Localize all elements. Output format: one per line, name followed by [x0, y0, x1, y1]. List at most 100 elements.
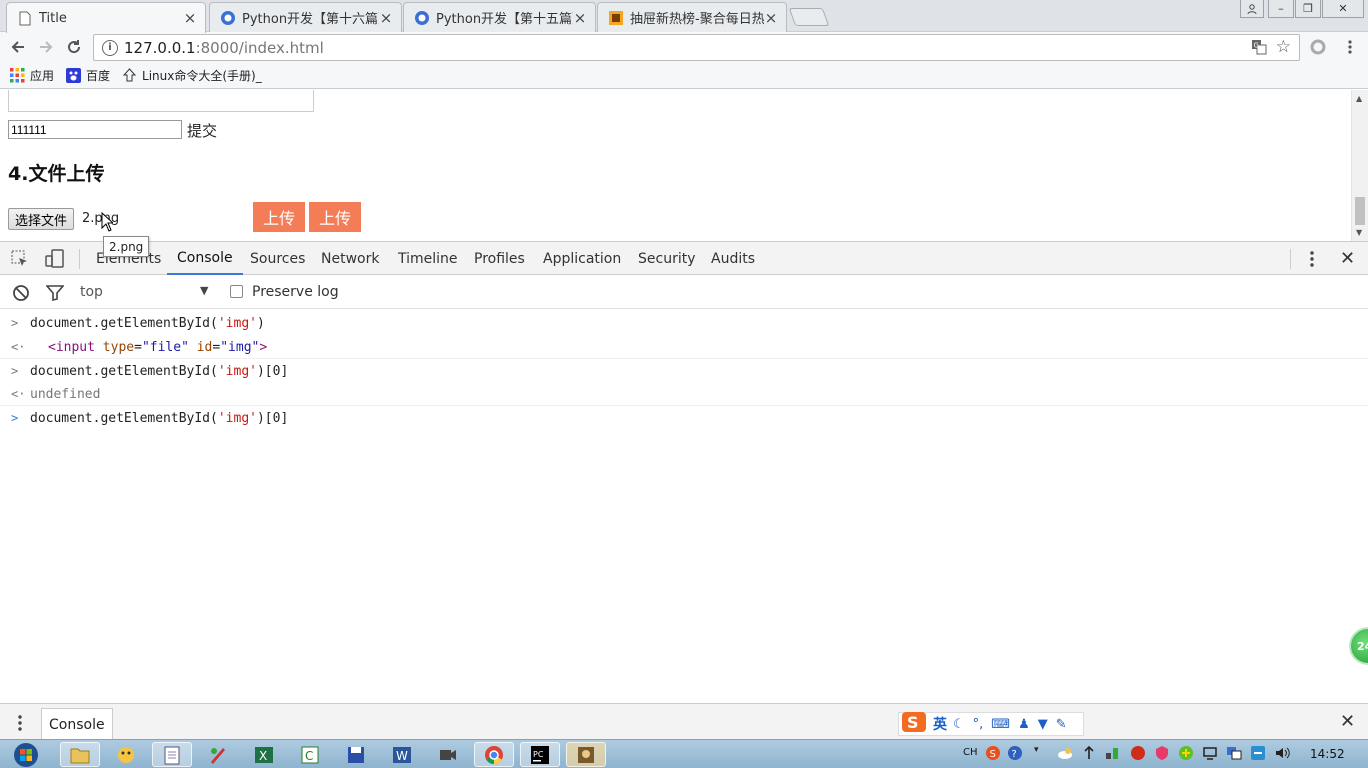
console-prompt-line[interactable]: > document.getElementById('img')[0] — [0, 411, 1368, 431]
text-input[interactable] — [8, 120, 182, 139]
chrome-taskbar-icon[interactable] — [474, 742, 514, 767]
page-scrollbar[interactable]: ▲ ▼ — [1351, 90, 1368, 241]
language-indicator[interactable]: CH — [963, 747, 978, 758]
clear-console-icon[interactable] — [12, 284, 30, 306]
scrollbar-thumb[interactable] — [1355, 197, 1365, 225]
display-tray-icon[interactable] — [1202, 745, 1218, 765]
tab-profiles[interactable]: Profiles — [474, 242, 525, 275]
tab-audits[interactable]: Audits — [711, 242, 755, 275]
devtools-menu-icon[interactable] — [1309, 250, 1315, 272]
forward-arrow-icon[interactable] — [35, 36, 57, 58]
back-arrow-icon[interactable] — [7, 36, 29, 58]
context-selector[interactable]: top — [80, 284, 103, 300]
network-tray-icon[interactable] — [1104, 745, 1120, 765]
tab-security[interactable]: Security — [638, 242, 696, 275]
punctuation-icon[interactable]: °, — [973, 717, 984, 732]
shield-tray-icon[interactable] — [1154, 745, 1170, 765]
tab-title[interactable]: Title × — [6, 2, 206, 33]
extension-icon[interactable] — [1307, 36, 1329, 58]
svg-text:W: W — [396, 749, 408, 763]
tab-timeline[interactable]: Timeline — [398, 242, 458, 275]
save-taskbar-icon[interactable] — [336, 742, 376, 767]
close-icon[interactable]: × — [183, 9, 197, 27]
submit-link[interactable]: 提交 — [187, 120, 217, 141]
moon-icon[interactable]: ☾ — [953, 717, 965, 732]
excel-taskbar-icon[interactable]: X — [244, 742, 284, 767]
tab-console[interactable]: Console — [167, 242, 243, 275]
help-tray-icon[interactable]: ? — [1007, 745, 1023, 765]
tab-application[interactable]: Application — [543, 242, 621, 275]
scroll-down-icon[interactable]: ▼ — [1356, 228, 1362, 237]
monitor-tray-icon[interactable] — [1226, 745, 1242, 765]
preserve-log-checkbox[interactable] — [230, 285, 243, 298]
translate-icon[interactable]: G — [1251, 39, 1267, 59]
skin-icon[interactable]: ▼ — [1038, 717, 1048, 732]
console-prompt-input[interactable]: document.getElementById('img')[0] — [30, 411, 288, 426]
user-icon[interactable]: ♟ — [1018, 717, 1030, 732]
info-icon[interactable]: i — [102, 39, 118, 56]
notepad-taskbar-icon[interactable] — [152, 742, 192, 767]
menu-icon[interactable] — [1339, 36, 1361, 58]
video-taskbar-icon[interactable] — [428, 742, 468, 767]
tab-label: 抽屉新热榜-聚合每日热 — [630, 12, 764, 27]
filter-icon[interactable] — [45, 285, 65, 305]
close-icon[interactable]: × — [379, 9, 393, 27]
bookmark-linux[interactable]: Linux命令大全(手册)_ — [122, 67, 262, 84]
explorer-taskbar-icon[interactable] — [60, 742, 100, 767]
paint-taskbar-icon[interactable] — [198, 742, 238, 767]
recorder-taskbar-icon[interactable] — [566, 742, 606, 767]
tab-sources[interactable]: Sources — [250, 242, 305, 275]
upload-button[interactable]: 上传 — [253, 202, 305, 232]
scroll-up-icon[interactable]: ▲ — [1356, 94, 1362, 103]
console-element-output[interactable]: <input type="file" id="img"> — [48, 340, 267, 355]
app-taskbar-icon[interactable] — [106, 742, 146, 767]
address-bar[interactable]: i 127.0.0.1:8000/index.html G ☆ — [93, 34, 1300, 61]
close-icon[interactable]: × — [573, 9, 587, 27]
wrench-icon[interactable]: ✎ — [1056, 717, 1067, 732]
upload-button[interactable]: 上传 — [309, 202, 361, 232]
pycharm-taskbar-icon[interactable]: PC — [520, 742, 560, 767]
word-taskbar-icon[interactable]: W — [382, 742, 422, 767]
inspect-element-icon[interactable] — [11, 250, 29, 272]
bookmark-baidu[interactable]: 百度 — [66, 67, 110, 84]
drawer-menu-icon[interactable] — [17, 714, 23, 736]
reload-icon[interactable] — [63, 36, 85, 58]
page-textarea[interactable] — [8, 90, 314, 112]
star-icon[interactable]: ☆ — [1276, 37, 1291, 57]
console-code[interactable]: document.getElementById('img') — [30, 316, 265, 331]
bookmark-apps[interactable]: 应用 — [10, 67, 54, 84]
device-toolbar-icon[interactable] — [45, 249, 65, 273]
tab-python-16[interactable]: Python开发【第十六篇】 × — [209, 2, 402, 32]
drawer-close-icon[interactable]: ✕ — [1340, 711, 1355, 732]
tab-chouti[interactable]: 抽屉新热榜-聚合每日热 × — [597, 2, 787, 32]
new-tab-button[interactable] — [788, 8, 830, 26]
upload-tray-icon[interactable] — [1083, 745, 1095, 765]
profile-icon[interactable] — [1240, 0, 1264, 18]
mouse-cursor-icon — [101, 211, 115, 236]
app-tray-icon[interactable] — [1250, 745, 1266, 765]
keyboard-icon[interactable]: ⌨ — [991, 717, 1010, 732]
record-tray-icon[interactable] — [1130, 745, 1146, 765]
sogou-logo-icon[interactable]: S — [901, 711, 929, 737]
tab-network[interactable]: Network — [321, 242, 379, 275]
choose-file-button[interactable]: 选择文件 — [8, 208, 75, 230]
360-tray-icon[interactable] — [1178, 745, 1194, 765]
restore-icon[interactable]: ❐ — [1295, 0, 1321, 18]
floating-speed-widget[interactable]: 24 — [1349, 627, 1368, 665]
tab-python-15[interactable]: Python开发【第十五篇】 × — [403, 2, 596, 32]
drawer-tab-console[interactable]: Console — [41, 708, 113, 740]
weather-tray-icon[interactable] — [1057, 746, 1073, 764]
devtools-close-icon[interactable]: ✕ — [1340, 248, 1355, 269]
minimize-icon[interactable]: – — [1268, 0, 1294, 18]
window-close-icon[interactable]: ✕ — [1322, 0, 1364, 18]
start-button[interactable] — [6, 742, 46, 767]
chevron-down-icon[interactable]: ▼ — [200, 284, 208, 297]
volume-tray-icon[interactable] — [1274, 745, 1292, 765]
sogou-tray-icon[interactable]: S — [985, 745, 1001, 765]
tray-expand-icon[interactable]: ▾ — [1034, 745, 1039, 755]
close-icon[interactable]: × — [764, 9, 778, 27]
system-clock[interactable]: 14:52 — [1310, 747, 1345, 761]
ime-mode[interactable]: 英 — [933, 714, 947, 734]
console-code[interactable]: document.getElementById('img')[0] — [30, 364, 288, 379]
camtasia-taskbar-icon[interactable]: C — [290, 742, 330, 767]
